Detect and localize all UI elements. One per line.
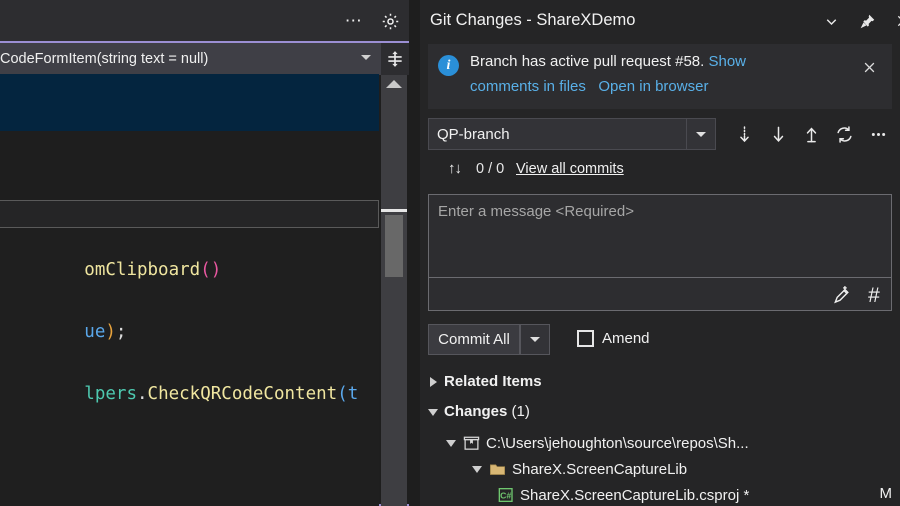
commit-message-placeholder: Enter a message <Required> (438, 203, 634, 220)
changes-file-tree: C:\Users\jehoughton\source\repos\Sh... S… (420, 428, 900, 506)
git-changes-pane: Git Changes - ShareXDemo i Branch has ac… (420, 0, 900, 506)
sync-counts: 0 / 0 (476, 161, 504, 177)
navigation-bar-member-text: CodeFormItem(string text = null) (0, 51, 208, 67)
svg-text:C#: C# (500, 490, 511, 500)
code-token: CheckQRCodeContent (148, 384, 338, 404)
sync-status-row: ↑↓ 0 / 0 View all commits (428, 158, 892, 182)
chevron-down-icon[interactable] (818, 9, 844, 33)
chevron-down-icon[interactable] (446, 440, 456, 447)
commit-message-toolbar: # (429, 279, 891, 310)
editor-outline-box (0, 200, 379, 228)
navigation-bar-member-dropdown[interactable]: CodeFormItem(string text = null) (0, 43, 381, 75)
scrollbar-position-marker (381, 209, 407, 212)
close-icon[interactable] (858, 56, 880, 78)
editor-vertical-scrollbar[interactable] (381, 75, 407, 506)
code-editor-pane: ⋯ CodeFormItem(string text = null) (0, 0, 411, 506)
info-icon: i (438, 55, 459, 76)
commit-message-container: Enter a message <Required> # (428, 194, 892, 311)
ellipsis-icon[interactable] (865, 121, 891, 147)
repository-path: C:\Users\jehoughton\source\repos\Sh... (486, 435, 749, 452)
commit-message-input[interactable]: Enter a message <Required> (429, 195, 891, 278)
code-token: t (348, 384, 359, 404)
repository-icon (463, 435, 480, 452)
editor-toolbar: ⋯ (0, 0, 411, 41)
file-name: ShareX.ScreenCaptureLib.csproj * (520, 487, 749, 504)
folder-name: ShareX.ScreenCaptureLib (512, 461, 687, 478)
chevron-down-icon[interactable] (361, 55, 371, 60)
branch-name: QP-branch (429, 126, 510, 143)
pin-icon[interactable] (854, 9, 880, 33)
ellipsis-icon[interactable]: ⋯ (343, 10, 365, 32)
open-in-browser-link[interactable]: Open in browser (598, 78, 708, 95)
push-icon[interactable] (798, 121, 824, 147)
amend-checkbox[interactable] (577, 330, 594, 347)
info-bar-line-1: Branch has active pull request #58. Show (470, 53, 746, 70)
changes-count: (1) (512, 403, 530, 420)
commit-options-dropdown[interactable] (520, 324, 550, 355)
chevron-down-icon[interactable] (472, 466, 482, 473)
show-comments-in-files-link[interactable]: comments in files (470, 78, 586, 95)
view-all-commits-link[interactable]: View all commits (516, 161, 624, 177)
related-items-section-header[interactable]: Related Items (420, 370, 900, 398)
pull-icon[interactable] (765, 121, 791, 147)
tree-row-file[interactable]: C# ShareX.ScreenCaptureLib.csproj * (498, 482, 749, 506)
sync-arrows-icon: ↑↓ (448, 160, 461, 177)
code-token: ue (84, 322, 105, 342)
close-icon[interactable] (890, 9, 900, 33)
chevron-down-icon (428, 409, 438, 416)
panel-title: Git Changes - ShareXDemo (430, 11, 635, 30)
tree-row-repository[interactable]: C:\Users\jehoughton\source\repos\Sh... (446, 430, 749, 456)
info-bar-line-2: comments in files Open in browser (470, 78, 708, 95)
code-token: ( (337, 384, 348, 404)
commit-all-button[interactable]: Commit All (428, 324, 520, 355)
show-comments-link-part1[interactable]: Show (708, 53, 746, 70)
changes-label: Changes (1) (444, 403, 530, 420)
code-token: ) (105, 322, 116, 342)
code-token: ; (116, 322, 127, 342)
info-bar-message: Branch has active pull request #58. (470, 53, 708, 70)
ai-generate-icon[interactable] (829, 283, 855, 307)
split-view-icon[interactable] (381, 43, 409, 75)
chevron-right-icon (430, 377, 437, 387)
hash-icon[interactable]: # (861, 283, 887, 307)
gear-icon[interactable] (379, 10, 401, 32)
code-token: . (137, 384, 148, 404)
scrollbar-thumb[interactable] (385, 215, 403, 277)
folder-icon (489, 461, 506, 478)
amend-label: Amend (602, 330, 650, 347)
editor-highlight-region (0, 74, 379, 131)
code-token: () (200, 260, 221, 280)
related-items-label: Related Items (444, 373, 542, 390)
chevron-down-icon[interactable] (686, 119, 715, 149)
pull-request-info-bar: i Branch has active pull request #58. Sh… (428, 44, 892, 109)
scroll-up-arrow-icon[interactable] (386, 80, 402, 88)
visual-studio-window: ⋯ CodeFormItem(string text = null) (0, 0, 900, 506)
branch-selector[interactable]: QP-branch (428, 118, 716, 150)
fetch-icon[interactable] (731, 121, 757, 147)
code-line: ue); (0, 302, 126, 362)
tree-row-folder[interactable]: ShareX.ScreenCaptureLib (472, 456, 687, 482)
git-changes-titlebar: Git Changes - ShareXDemo (420, 0, 900, 42)
code-line: omClipboard() (0, 240, 221, 300)
code-line: lpers.CheckQRCodeContent(t (0, 364, 358, 424)
code-token: lpers (84, 384, 137, 404)
csharp-project-icon: C# (498, 487, 514, 503)
code-token: omClipboard (84, 260, 200, 280)
sync-icon[interactable] (831, 121, 857, 147)
file-status-badge: M (880, 485, 893, 502)
code-text-area[interactable]: omClipboard() ue); lpers.CheckQRCodeCont… (0, 228, 379, 506)
changes-section-header[interactable]: Changes (1) + ⋯ (420, 400, 900, 428)
